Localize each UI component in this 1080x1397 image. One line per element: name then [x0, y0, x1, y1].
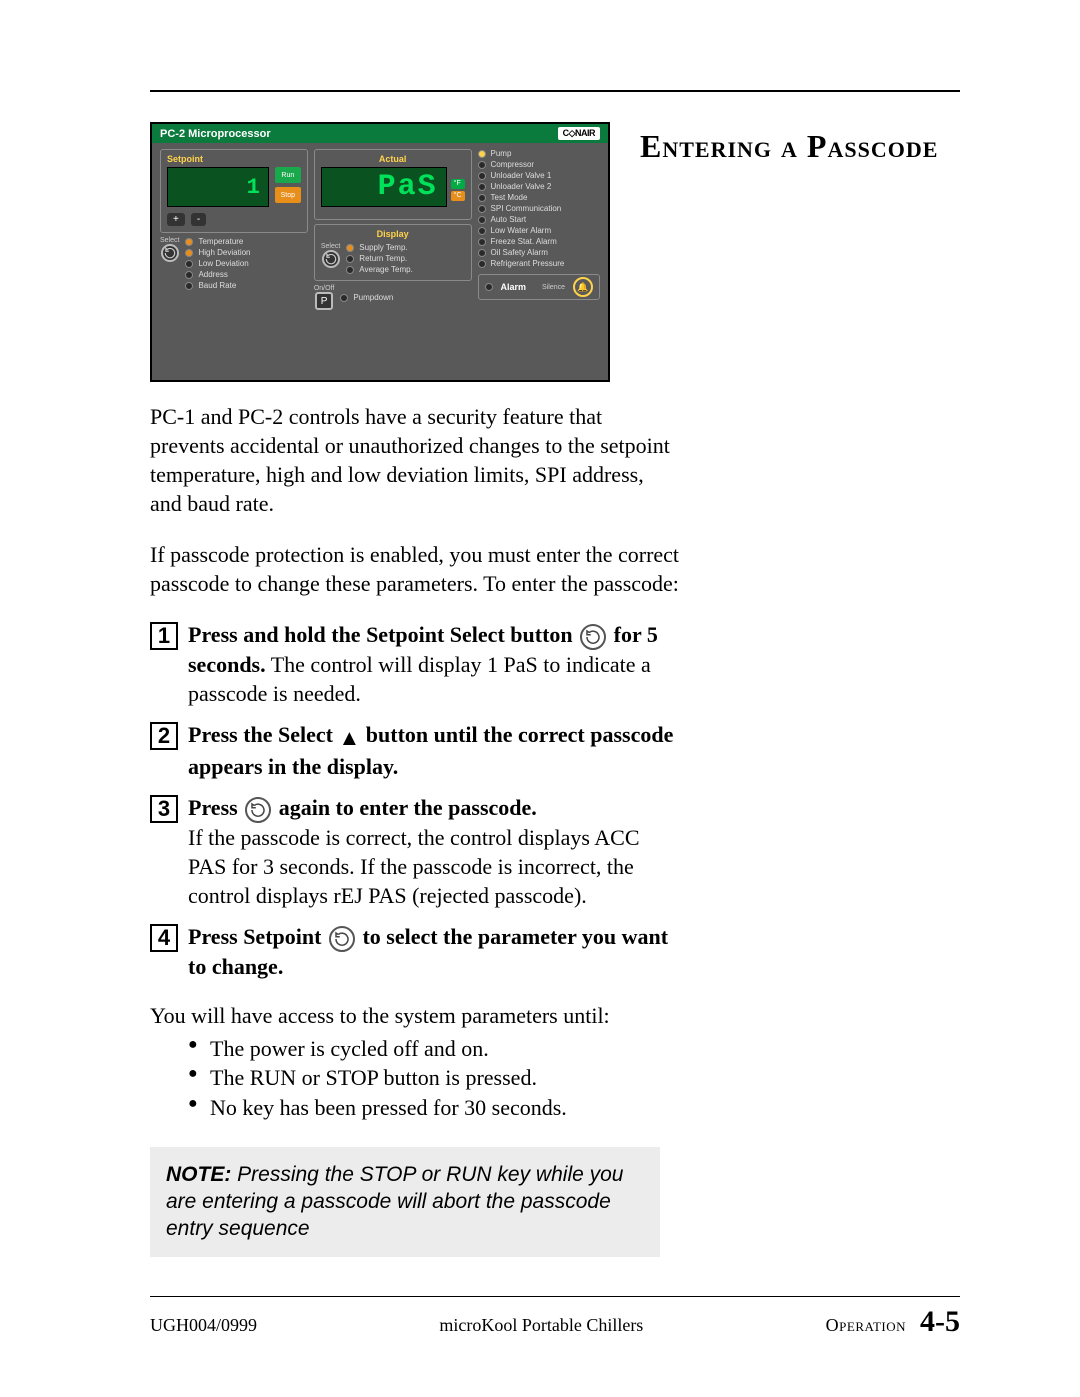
select-label-mid: Select — [321, 243, 340, 250]
plus-button[interactable]: + — [167, 213, 185, 226]
display-select-button[interactable] — [322, 250, 340, 268]
pumpdown-label: Pumpdown — [353, 293, 393, 302]
intro-paragraph-1: PC-1 and PC-2 controls have a security f… — [150, 402, 680, 518]
intro-paragraph-2: If passcode protection is enabled, you m… — [150, 540, 680, 598]
footer: UGH004/0999 microKool Portable Chillers … — [150, 1296, 960, 1339]
display-led-list: Supply Temp. Return Temp. Average Temp. — [346, 243, 413, 274]
p-button[interactable]: P — [315, 292, 333, 310]
page-title: Entering a Passcode — [640, 128, 938, 165]
step-3-text: Press again to enter the passcode. If th… — [188, 793, 680, 910]
run-button[interactable]: Run — [275, 167, 301, 183]
step-4-number: 4 — [150, 924, 178, 952]
step-1-number: 1 — [150, 622, 178, 650]
silence-label: Silence — [542, 284, 565, 291]
footer-product: microKool Portable Chillers — [439, 1315, 643, 1336]
unit-c: °C — [451, 191, 465, 201]
step-2-text: Press the Select ▲ button until the corr… — [188, 720, 680, 781]
cycle-icon — [580, 624, 606, 650]
cycle-icon — [163, 246, 177, 260]
brand-badge: C◇NAIR — [558, 127, 600, 140]
note-box: NOTE: Pressing the STOP or RUN key while… — [150, 1147, 660, 1257]
step-1-text: Press and hold the Setpoint Select butto… — [188, 620, 680, 708]
footer-section: Operation — [826, 1315, 906, 1336]
minus-button[interactable]: - — [191, 213, 206, 226]
setpoint-select-button[interactable] — [161, 244, 179, 262]
display-label: Display — [321, 229, 465, 239]
device-panel: PC-2 Microprocessor C◇NAIR Setpoint 1 + — [150, 122, 610, 382]
access-intro: You will have access to the system param… — [150, 1001, 680, 1030]
top-rule — [150, 90, 960, 92]
access-bullets: The power is cycled off and on. The RUN … — [188, 1034, 680, 1123]
unit-f: °F — [451, 179, 465, 189]
step-2-number: 2 — [150, 722, 178, 750]
up-triangle-icon: ▲ — [339, 723, 361, 752]
setpoint-label: Setpoint — [167, 154, 301, 164]
status-led-list: Pump Compressor Unloader Valve 1 Unloade… — [478, 149, 600, 268]
footer-page: 4-5 — [920, 1305, 960, 1339]
cycle-icon — [324, 252, 338, 266]
alarm-label: Alarm — [501, 282, 527, 292]
footer-doc-id: UGH004/0999 — [150, 1315, 257, 1336]
actual-display: PaS — [321, 167, 447, 207]
actual-label: Actual — [321, 154, 465, 164]
step-4-text: Press Setpoint to select the parameter y… — [188, 922, 680, 981]
step-3-number: 3 — [150, 795, 178, 823]
onoff-label: On/Off — [314, 285, 335, 292]
setpoint-display: 1 — [167, 167, 269, 207]
cycle-icon — [329, 926, 355, 952]
setpoint-led-list: Temperature High Deviation Low Deviation… — [185, 237, 250, 290]
device-header: PC-2 Microprocessor — [160, 128, 271, 140]
select-label-left: Select — [160, 237, 179, 244]
silence-button[interactable]: 🔔 — [573, 277, 593, 297]
cycle-icon — [245, 797, 271, 823]
stop-button[interactable]: Stop — [275, 187, 301, 203]
